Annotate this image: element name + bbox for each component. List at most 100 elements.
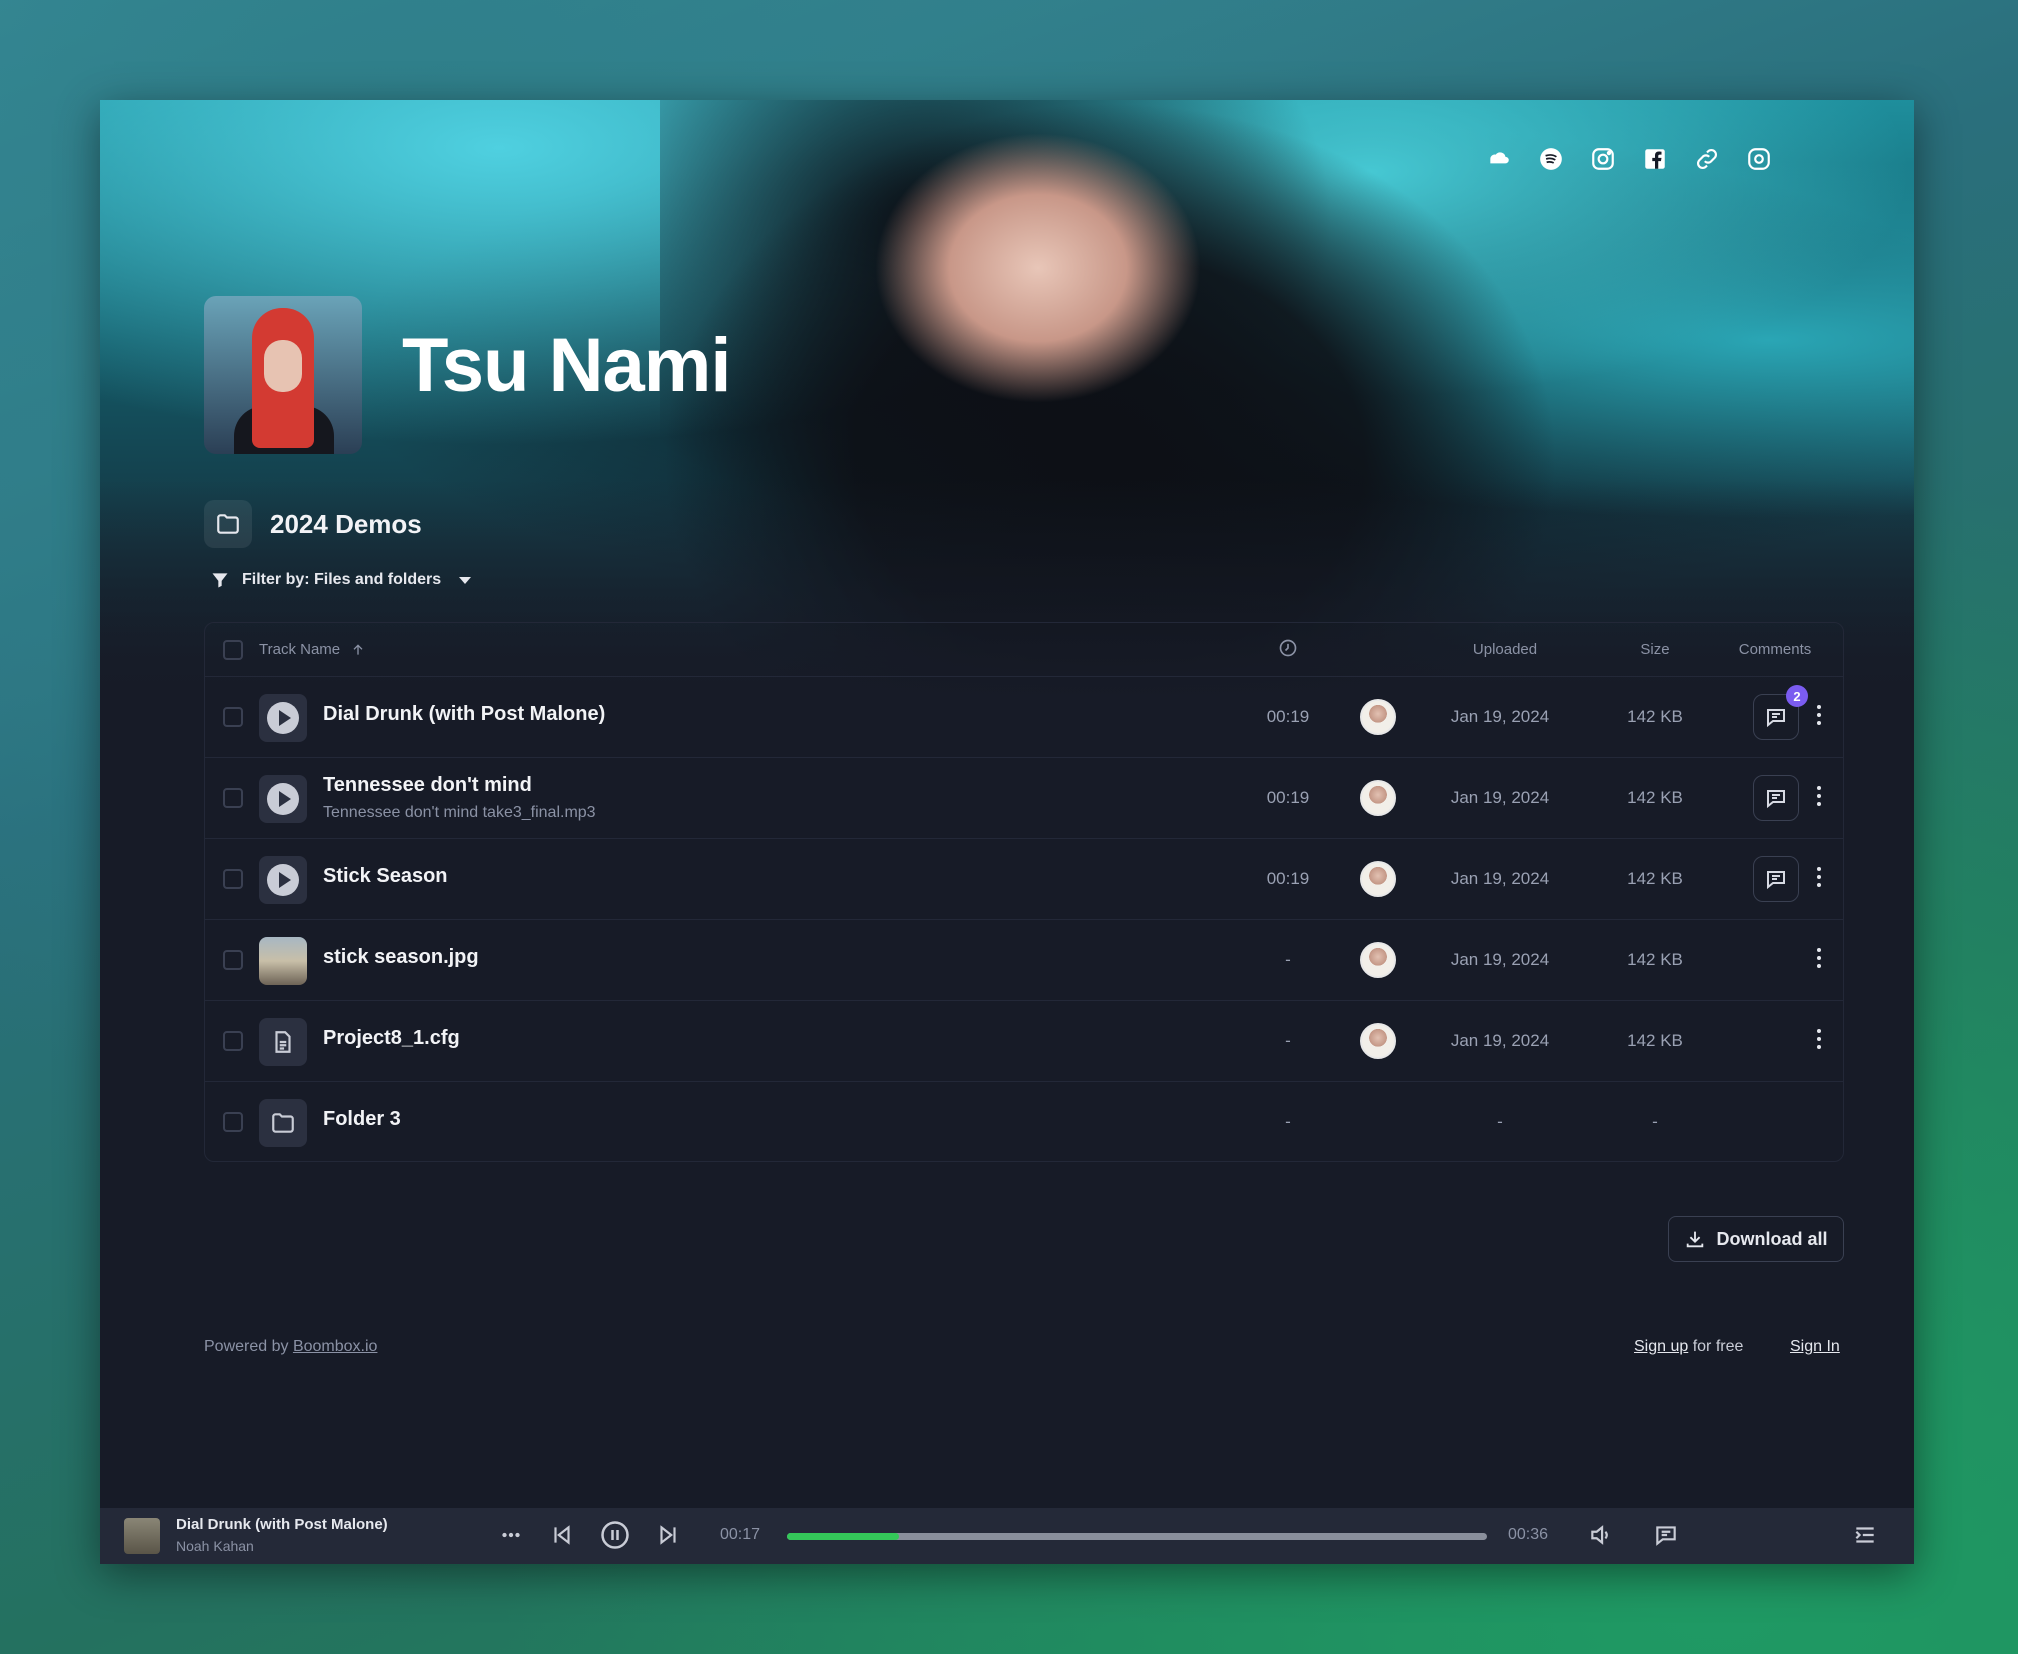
soundcloud-icon[interactable]: [1484, 144, 1514, 174]
comments-button[interactable]: [1753, 775, 1799, 821]
select-all-checkbox[interactable]: [223, 639, 243, 660]
arrow-up-icon: [353, 643, 363, 655]
table-row[interactable]: Project8_1.cfg - Jan 19, 2024 142 KB: [205, 1001, 1843, 1082]
track-title[interactable]: Tennessee don't mind: [323, 774, 532, 797]
artist-avatar: [204, 296, 362, 454]
play-icon: [278, 791, 291, 807]
file-size: 142 KB: [1627, 869, 1683, 888]
file-size: 142 KB: [1627, 788, 1683, 807]
header-uploaded: Uploaded: [1472, 641, 1538, 658]
powered-by: Powered by Boombox.io: [204, 1338, 378, 1355]
more-options-icon[interactable]: [1817, 1029, 1821, 1049]
comment-icon[interactable]: [1653, 1522, 1679, 1553]
image-thumbnail[interactable]: [259, 937, 307, 985]
app-window: Tsu Nami 2024 Demos Filter by: Files and…: [100, 100, 1914, 1564]
previous-track-icon[interactable]: [549, 1522, 575, 1553]
queue-icon[interactable]: [1852, 1522, 1878, 1553]
track-duration: -: [1285, 950, 1291, 969]
download-icon: [1687, 1231, 1704, 1248]
file-title[interactable]: Project8_1.cfg: [323, 1027, 460, 1050]
pause-icon[interactable]: [600, 1520, 630, 1555]
comments-button[interactable]: [1753, 856, 1799, 902]
upload-date: Jan 19, 2024: [1450, 788, 1550, 807]
filter-icon: [212, 573, 228, 588]
social-links: [1484, 144, 1774, 174]
more-options-icon[interactable]: [1817, 786, 1821, 806]
uploader-avatar: [1360, 942, 1396, 978]
table-row[interactable]: Folder 3 - - -: [205, 1082, 1843, 1163]
file-size: -: [1652, 1112, 1658, 1131]
signin-link[interactable]: Sign In: [1790, 1338, 1840, 1356]
file-size: 142 KB: [1627, 1031, 1683, 1050]
next-track-icon[interactable]: [655, 1522, 681, 1553]
folder-icon: [259, 1099, 307, 1147]
more-options-icon[interactable]: [1817, 948, 1821, 968]
signup-link[interactable]: Sign up: [1634, 1338, 1688, 1355]
track-title[interactable]: Dial Drunk (with Post Malone): [323, 703, 605, 726]
comment-icon: [1767, 790, 1785, 809]
spotify-icon[interactable]: [1536, 144, 1566, 174]
comments-button[interactable]: 2: [1753, 685, 1808, 740]
file-title[interactable]: stick season.jpg: [323, 946, 479, 969]
instagram-icon[interactable]: [1588, 144, 1618, 174]
folder-header: 2024 Demos: [204, 500, 422, 548]
uploader-avatar: [1360, 1023, 1396, 1059]
play-icon: [278, 710, 291, 726]
row-checkbox[interactable]: [223, 1112, 243, 1132]
header-track-name: Track Name: [259, 641, 341, 658]
filter-dropdown[interactable]: Filter by: Files and folders: [210, 570, 472, 590]
row-checkbox[interactable]: [223, 950, 243, 970]
progress-bar[interactable]: [787, 1533, 1487, 1540]
track-duration: -: [1285, 1112, 1291, 1131]
more-options-icon[interactable]: [1817, 867, 1821, 887]
row-checkbox[interactable]: [223, 707, 243, 727]
table-row[interactable]: stick season.jpg - Jan 19, 2024 142 KB: [205, 920, 1843, 1001]
play-button[interactable]: [259, 775, 307, 823]
elapsed-time: 00:17: [720, 1526, 761, 1543]
file-size: 142 KB: [1627, 707, 1683, 726]
player-bar: Dial Drunk (with Post Malone) Noah Kahan…: [100, 1508, 1914, 1564]
volume-icon[interactable]: [1588, 1522, 1614, 1553]
track-title[interactable]: Stick Season: [323, 865, 448, 888]
sort-by-name[interactable]: Track Name: [259, 641, 366, 658]
comment-icon: [1767, 871, 1785, 890]
row-checkbox[interactable]: [223, 1031, 243, 1051]
uploader-avatar: [1360, 699, 1396, 735]
download-all-label: Download all: [1716, 1228, 1828, 1249]
table-row[interactable]: Dial Drunk (with Post Malone) 00:19 Jan …: [205, 677, 1843, 758]
folder-icon: [204, 500, 252, 548]
table-header: Track Name Uploaded Size Comments: [205, 623, 1843, 677]
track-duration: -: [1285, 1031, 1291, 1050]
download-all-button[interactable]: Download all: [1668, 1216, 1844, 1262]
upload-date: Jan 19, 2024: [1450, 707, 1550, 726]
more-options-icon[interactable]: [1817, 705, 1821, 725]
table-row[interactable]: Tennessee don't mind Tennessee don't min…: [205, 758, 1843, 839]
table-row[interactable]: Stick Season 00:19 Jan 19, 2024 142 KB: [205, 839, 1843, 920]
play-button[interactable]: [259, 856, 307, 904]
more-horizontal-icon[interactable]: [498, 1522, 524, 1553]
file-size: 142 KB: [1627, 950, 1683, 969]
file-icon: [259, 1018, 307, 1066]
total-time: 00:36: [1508, 1526, 1549, 1543]
link-icon[interactable]: [1692, 144, 1722, 174]
track-filename: Tennessee don't mind take3_final.mp3: [323, 804, 596, 821]
upload-date: Jan 19, 2024: [1450, 950, 1550, 969]
tracks-table: Track Name Uploaded Size Comments Dial D…: [204, 622, 1844, 1162]
track-duration: 00:19: [1266, 788, 1310, 807]
uploader-avatar: [1360, 780, 1396, 816]
clock-icon: [1258, 638, 1318, 662]
facebook-icon[interactable]: [1640, 144, 1670, 174]
chevron-down-icon: [459, 576, 472, 584]
upload-date: Jan 19, 2024: [1450, 1031, 1550, 1050]
play-button[interactable]: [259, 694, 307, 742]
settings-icon[interactable]: [1744, 144, 1774, 174]
row-checkbox[interactable]: [223, 869, 243, 889]
hero-banner: [100, 100, 1914, 700]
signup-text: Sign up for free: [1634, 1338, 1744, 1355]
now-playing-title: Dial Drunk (with Post Malone): [176, 1516, 388, 1533]
folder-title[interactable]: Folder 3: [323, 1108, 401, 1131]
boombox-link[interactable]: Boombox.io: [293, 1338, 378, 1355]
upload-date: -: [1497, 1112, 1503, 1131]
row-checkbox[interactable]: [223, 788, 243, 808]
comment-count-badge: 2: [1786, 685, 1808, 707]
